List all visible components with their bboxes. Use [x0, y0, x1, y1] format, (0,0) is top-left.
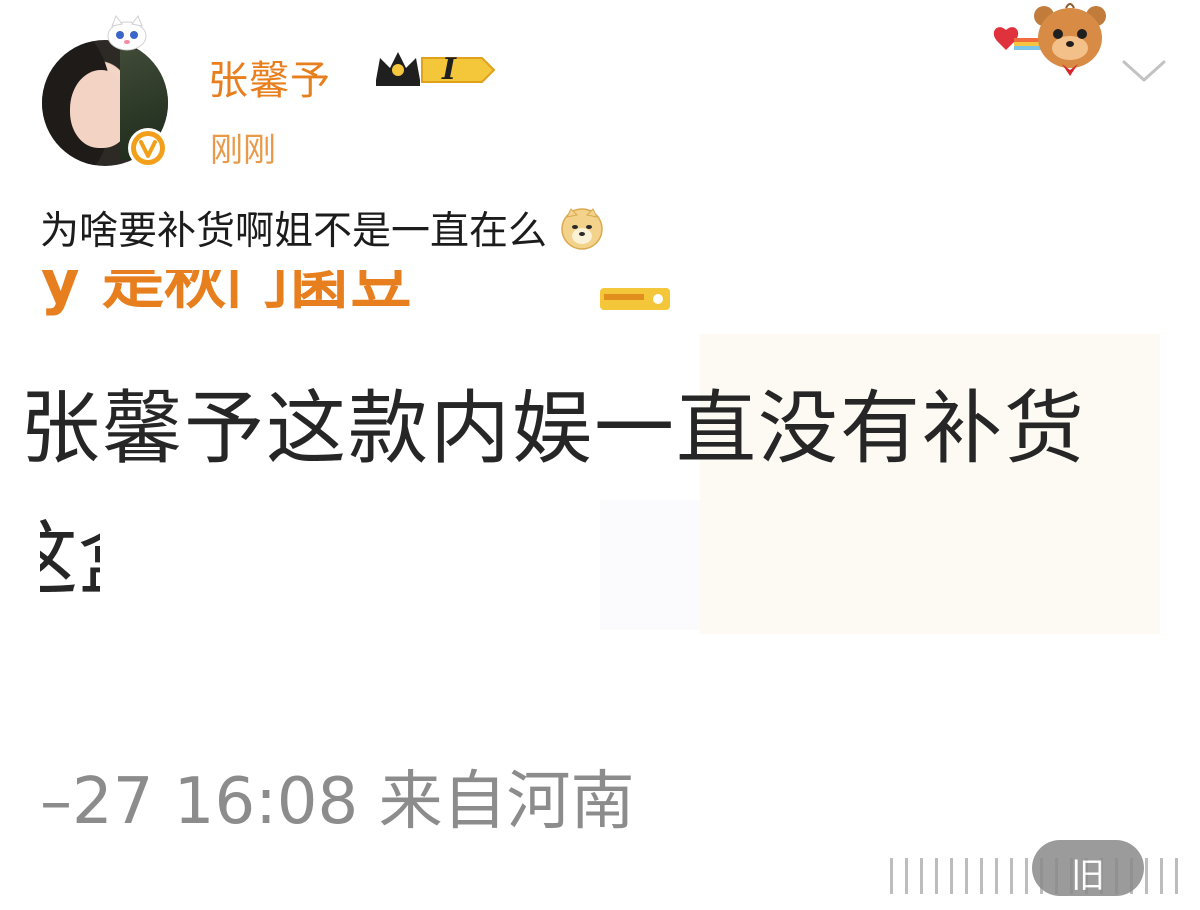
quoted-line2-clip: 这盒: [40, 495, 100, 605]
bear-sticker-icon: [993, 3, 1106, 76]
quoted-meta: –27 16:08 来自河南: [40, 765, 635, 839]
watermark-label: 旧: [1071, 856, 1105, 896]
post-time: 刚刚: [210, 130, 276, 169]
quoted-title: 张馨予这款内娱一直没有补货: [20, 382, 1086, 475]
blur-patch: [600, 500, 700, 630]
verified-v-icon: [128, 128, 168, 168]
post-text: 为啥要补货啊姐不是一直在么: [40, 200, 605, 256]
watermark-pill[interactable]: 旧: [1032, 840, 1144, 896]
quoted-meta-clip: –27 16:08 来自河南: [40, 750, 800, 840]
crown-icon: [376, 52, 496, 86]
weibo-post-card: 张馨予 I 刚刚 为啥要补货啊姐不是一直在么 y 是秋门菌豆 张馨予这款内娱一直…: [0, 0, 1200, 910]
username[interactable]: 张馨予: [208, 48, 331, 106]
badge-level: I: [442, 52, 457, 87]
post-body: 为啥要补货啊姐不是一直在么: [40, 209, 548, 254]
member-crown-badge[interactable]: I: [372, 46, 500, 94]
chevron-down-icon[interactable]: [1116, 50, 1172, 90]
doge-emoji-icon: [561, 208, 603, 250]
quoted-image[interactable]: y 是秋门菌豆 张馨予这款内娱一直没有补货 这盒 –27 16:08 来自河南: [0, 270, 1200, 910]
mini-badge-icon: [600, 288, 670, 310]
cat-sticker-icon: [107, 14, 147, 51]
quoted-title-clip: 张馨予这款内娱一直没有补货: [0, 358, 1160, 478]
quoted-title-line2: 这盒: [40, 495, 100, 605]
